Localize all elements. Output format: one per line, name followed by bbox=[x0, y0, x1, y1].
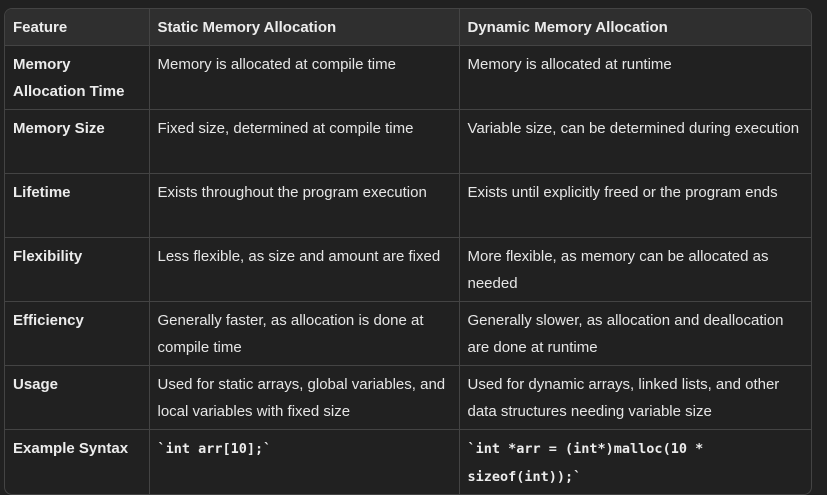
row-feature-cell: Lifetime bbox=[5, 173, 150, 238]
table-row: Example Syntax `int arr[10];` `int *arr … bbox=[5, 429, 811, 495]
row-feature-cell: Memory Allocation Time bbox=[5, 45, 150, 110]
row-dynamic-cell: Generally slower, as allocation and deal… bbox=[459, 301, 811, 366]
row-feature-cell: Memory Size bbox=[5, 109, 150, 174]
row-static-cell: Exists throughout the program execution bbox=[149, 173, 460, 238]
table-row: Usage Used for static arrays, global var… bbox=[5, 365, 811, 430]
header-feature: Feature bbox=[5, 9, 150, 46]
comparison-table: Feature Static Memory Allocation Dynamic… bbox=[5, 9, 811, 494]
table-row: Efficiency Generally faster, as allocati… bbox=[5, 301, 811, 366]
row-static-cell: Generally faster, as allocation is done … bbox=[149, 301, 460, 366]
header-static-memory-allocation: Static Memory Allocation bbox=[149, 9, 460, 46]
table-row: Flexibility Less flexible, as size and a… bbox=[5, 237, 811, 302]
row-dynamic-cell: More flexible, as memory can be allocate… bbox=[459, 237, 811, 302]
row-feature-cell: Flexibility bbox=[5, 237, 150, 302]
row-static-cell: Less flexible, as size and amount are fi… bbox=[149, 237, 460, 302]
table-row: Lifetime Exists throughout the program e… bbox=[5, 173, 811, 238]
row-dynamic-cell: `int *arr = (int*)malloc(10 * sizeof(int… bbox=[459, 430, 811, 495]
table-row: Memory Size Fixed size, determined at co… bbox=[5, 109, 811, 174]
static-syntax-code: `int arr[10];` bbox=[157, 441, 272, 457]
table-header-row: Feature Static Memory Allocation Dynamic… bbox=[5, 9, 811, 46]
row-static-cell: `int arr[10];` bbox=[149, 429, 460, 494]
row-feature-cell: Efficiency bbox=[5, 301, 150, 366]
row-static-cell: Memory is allocated at compile time bbox=[149, 45, 460, 110]
dynamic-syntax-code: `int *arr = (int*)malloc(10 * sizeof(int… bbox=[467, 441, 704, 485]
row-dynamic-cell: Used for dynamic arrays, linked lists, a… bbox=[459, 365, 811, 430]
row-dynamic-cell: Exists until explicitly freed or the pro… bbox=[459, 173, 811, 238]
comparison-table-container: Feature Static Memory Allocation Dynamic… bbox=[4, 8, 812, 495]
row-dynamic-cell: Memory is allocated at runtime bbox=[459, 45, 811, 110]
row-static-cell: Used for static arrays, global variables… bbox=[149, 365, 460, 430]
row-feature-cell: Usage bbox=[5, 365, 150, 430]
table-row: Memory Allocation Time Memory is allocat… bbox=[5, 45, 811, 110]
row-static-cell: Fixed size, determined at compile time bbox=[149, 109, 460, 174]
row-feature-cell: Example Syntax bbox=[5, 429, 150, 494]
row-dynamic-cell: Variable size, can be determined during … bbox=[459, 109, 811, 174]
header-dynamic-memory-allocation: Dynamic Memory Allocation bbox=[459, 9, 811, 46]
